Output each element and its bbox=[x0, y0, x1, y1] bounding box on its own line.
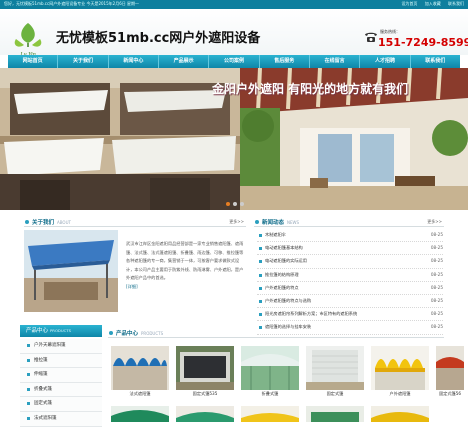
product-image bbox=[111, 346, 169, 390]
logo[interactable]: Lu Yin bbox=[10, 19, 46, 59]
about-title: 关于我们 bbox=[32, 220, 55, 226]
sidebar-item[interactable]: 推拉篷 bbox=[20, 353, 102, 369]
product-card[interactable]: 户外遮阳篷 bbox=[371, 346, 429, 397]
news-list: 木制遮阳伞 08-25 电动遮阳篷基本结构 08-25 电动遮阳篷的实际运用 08-2… bbox=[257, 229, 443, 335]
product-card[interactable]: 固定式篷56 bbox=[436, 346, 464, 397]
set-homepage-link[interactable]: 设为首页 bbox=[401, 1, 417, 6]
bullet-icon bbox=[259, 299, 262, 303]
news-title: 新闻动态 bbox=[262, 220, 285, 226]
nav-service[interactable]: 售后服务 bbox=[260, 55, 310, 68]
about-body: 武汉市江岸区金阳遮阳用品经营部是一家专业销售遮阳篷、遮雨篷、法式篷、法式蓬遮阳篷… bbox=[126, 241, 244, 280]
bullet-icon bbox=[259, 247, 262, 251]
phone-number: 151-7249-8599 bbox=[378, 36, 468, 49]
product-caption: 固定式篷535 bbox=[192, 391, 218, 396]
news-title-en: NEWS bbox=[287, 220, 300, 225]
product-images-row-2 bbox=[111, 406, 429, 422]
nav-jobs[interactable]: 人才招聘 bbox=[360, 55, 411, 68]
sidebar-item[interactable]: 伸缩篷 bbox=[20, 368, 102, 383]
contact-us-link[interactable]: 联系我们 bbox=[448, 1, 464, 6]
news-more-link[interactable]: 更多>> bbox=[427, 219, 442, 225]
nav-about[interactable]: 关于我们 bbox=[58, 55, 109, 68]
news-item[interactable]: 电动遮阳篷基本结构 08-25 bbox=[257, 242, 443, 256]
product-caption: 折叠式篷 bbox=[261, 391, 279, 396]
slider-dot-2[interactable] bbox=[233, 202, 237, 206]
about-more-link[interactable]: 更多>> bbox=[229, 219, 244, 225]
product-card[interactable]: 固定式篷 bbox=[306, 346, 364, 397]
slider-dot-3[interactable] bbox=[240, 202, 244, 206]
bullet-icon bbox=[25, 220, 29, 224]
sidebar-header: 产品中心 PRODUCTS bbox=[20, 325, 102, 337]
product-caption: 固定式篷56 bbox=[438, 391, 462, 396]
about-header: 关于我们 ABOUT 更多>> bbox=[24, 216, 246, 227]
sidebar-item[interactable]: 户外天幕遮阳篷 bbox=[20, 339, 102, 354]
sidebar-item[interactable]: 折叠式篷 bbox=[20, 382, 102, 398]
header: Lu Yin 无忧模板51mb.cc网户外遮阳设备 服务热线： 151-7249… bbox=[0, 9, 468, 58]
bullet-icon bbox=[259, 234, 262, 237]
products-header: 产品中心 PRODUCTS bbox=[108, 327, 444, 338]
bullet-icon bbox=[259, 286, 262, 290]
top-links: 设为首页 加入收藏 联系我们 bbox=[395, 1, 464, 7]
products-title-en: PRODUCTS bbox=[141, 331, 164, 336]
bullet-icon bbox=[109, 331, 113, 335]
about-image bbox=[24, 230, 118, 312]
top-bar: 您好，无忧模板51mb.cc网户外遮阳设备专业 今天是2015年2月6日 星期一… bbox=[0, 0, 468, 9]
nav-products[interactable]: 产品展示 bbox=[159, 55, 210, 68]
main-nav: 网站首页 关于我们 新闻中心 产品展示 公司案例 售后服务 在线留言 人才招聘 … bbox=[8, 55, 460, 68]
news-header: 新闻动态 NEWS 更多>> bbox=[254, 216, 444, 227]
sidebar-list: 户外天幕遮阳篷 推拉篷 伸缩篷 折叠式篷 固定式篷 法式遮阳篷 bbox=[20, 339, 102, 427]
news-item[interactable]: 推拉篷的结构原理 08-25 bbox=[257, 269, 443, 282]
sidebar-title: 产品中心 bbox=[26, 328, 49, 334]
add-favorite-link[interactable]: 加入收藏 bbox=[425, 1, 441, 6]
product-image bbox=[371, 346, 429, 390]
news-item[interactable]: 户外遮阳篷的特点 08-25 bbox=[257, 282, 443, 295]
product-card[interactable]: 折叠式篷 bbox=[241, 346, 299, 397]
news-item[interactable]: 电动遮阳篷的实际运用 08-25 bbox=[257, 255, 443, 269]
nav-message[interactable]: 在线留言 bbox=[310, 55, 361, 68]
sidebar-item[interactable]: 固定式篷 bbox=[20, 397, 102, 412]
products-title: 产品中心 bbox=[116, 331, 139, 337]
nav-cases[interactable]: 公司案例 bbox=[209, 55, 260, 68]
nav-contact[interactable]: 联系我们 bbox=[411, 55, 460, 68]
product-card[interactable]: 法式遮阳篷 bbox=[111, 346, 169, 397]
product-caption: 户外遮阳篷 bbox=[389, 391, 411, 396]
nav-home[interactable]: 网站首页 bbox=[8, 55, 59, 68]
product-caption: 法式遮阳篷 bbox=[129, 391, 151, 396]
about-title-en: ABOUT bbox=[57, 220, 71, 225]
product-image bbox=[306, 346, 364, 390]
news-item[interactable]: 木制遮阳伞 08-25 bbox=[257, 229, 443, 243]
product-image bbox=[436, 346, 464, 390]
slider-dot-1[interactable] bbox=[226, 202, 230, 206]
product-image bbox=[176, 346, 234, 390]
sidebar-item[interactable]: 法式遮阳篷 bbox=[20, 411, 102, 427]
bullet-icon bbox=[259, 313, 262, 317]
slider-dots bbox=[226, 202, 247, 208]
bullet-icon bbox=[255, 220, 259, 224]
banner-slogan: 金阳户外遮阳 有阳光的地方就有我们 bbox=[212, 82, 409, 96]
news-item[interactable]: 户外遮阳篷的特点与选购 08-25 bbox=[257, 295, 443, 309]
product-image bbox=[241, 346, 299, 390]
about-text: 武汉市江岸区金阳遮阳用品经营部是一家专业销售遮阳篷、遮雨篷、法式篷、法式蓬遮阳篷… bbox=[126, 240, 246, 291]
nav-news[interactable]: 新闻中心 bbox=[109, 55, 159, 68]
welcome-text: 您好，无忧模板51mb.cc网户外遮阳设备专业 今天是2015年2月6日 星期一 bbox=[4, 1, 140, 6]
product-card[interactable]: 固定式篷535 bbox=[176, 346, 234, 397]
phone-label: 服务热线： bbox=[380, 29, 400, 34]
product-row-2 bbox=[111, 406, 441, 422]
bullet-icon bbox=[259, 273, 262, 277]
news-item[interactable]: 阳光房遮阳帘系列解析方案；市区特有的遮阳系统 08-25 bbox=[257, 308, 443, 322]
phone-icon bbox=[365, 32, 377, 42]
bullet-icon bbox=[259, 260, 262, 264]
about-detail-link[interactable]: [详细] bbox=[126, 284, 138, 289]
site-name: 无忧模板51mb.cc网户外遮阳设备 bbox=[56, 31, 261, 46]
product-caption: 固定式篷 bbox=[326, 391, 344, 396]
sidebar-title-en: PRODUCTS bbox=[50, 328, 72, 333]
